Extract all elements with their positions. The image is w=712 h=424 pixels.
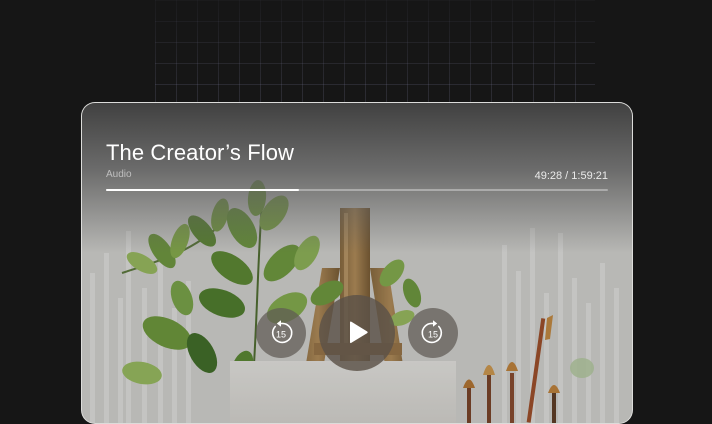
play-button[interactable]	[319, 295, 395, 371]
grid-background	[155, 0, 595, 104]
track-title: The Creator’s Flow	[106, 140, 295, 165]
audio-player-card: The Creator’s Flow Audio 49:28 / 1:59:21…	[81, 102, 633, 424]
media-type-label: Audio	[106, 169, 132, 180]
skip-back-seconds: 15	[276, 330, 286, 340]
progress-bar[interactable]	[106, 189, 608, 191]
time-readout: 49:28 / 1:59:21	[534, 170, 608, 182]
play-icon	[350, 321, 368, 344]
skip-forward-seconds: 15	[428, 330, 438, 340]
rewind-15-icon: 15	[271, 320, 293, 344]
forward-15-icon: 15	[421, 320, 443, 344]
skip-back-15-button[interactable]: 15	[256, 308, 306, 358]
skip-forward-15-button[interactable]: 15	[408, 308, 458, 358]
progress-fill	[106, 189, 300, 191]
